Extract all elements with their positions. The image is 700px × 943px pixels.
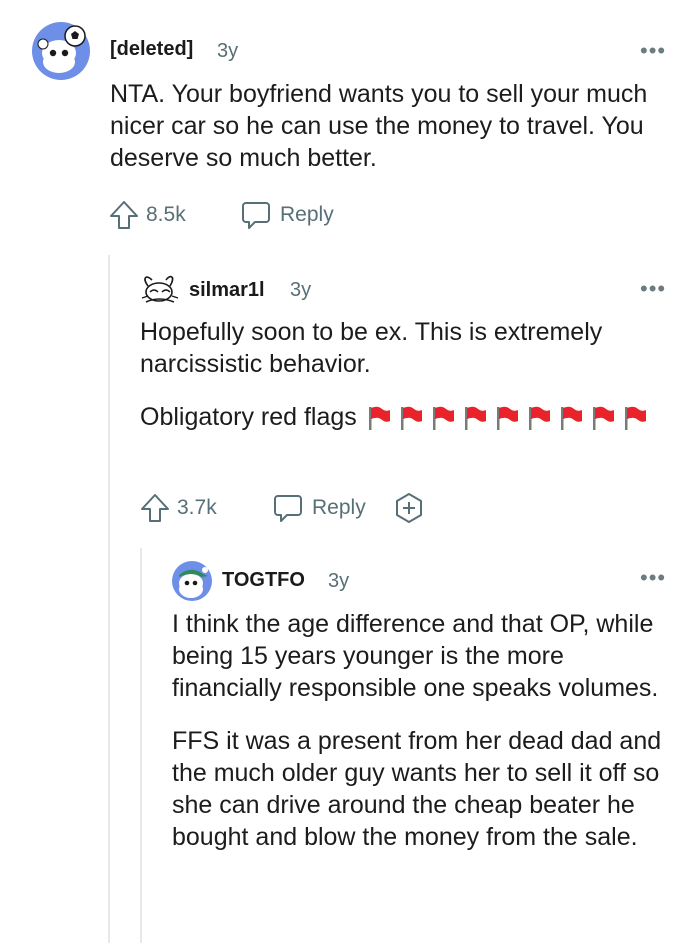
comment-1-body: NTA. Your boyfriend wants you to sell yo… xyxy=(110,78,650,174)
avatar[interactable] xyxy=(172,561,212,601)
avatar[interactable] xyxy=(32,22,90,80)
comment-2-age: 3y xyxy=(290,279,312,301)
comment-2-paragraph: Hopefully soon to be ex. This is extreme… xyxy=(140,318,603,378)
red-flag-icon xyxy=(528,407,550,431)
speech-bubble-icon xyxy=(274,495,302,522)
comment-3-paragraph: I think the age difference and that OP, … xyxy=(172,610,659,702)
snoo-soccer-avatar-icon xyxy=(32,22,90,80)
comment-3-body: I think the age difference and that OP, … xyxy=(172,608,672,853)
reply-button[interactable]: Reply xyxy=(272,492,366,524)
comment-1-username[interactable]: [deleted] xyxy=(110,38,193,61)
red-flag-icon xyxy=(496,407,518,431)
red-flag-icon xyxy=(464,407,486,431)
red-flag-icon xyxy=(400,407,422,431)
comment-2-username[interactable]: silmar1l xyxy=(189,279,265,302)
sketch-bunny-avatar-icon xyxy=(141,275,179,303)
speech-bubble-icon xyxy=(242,202,270,229)
comment-3-paragraph: FFS it was a present from her dead dad a… xyxy=(172,727,662,851)
red-flag-icon xyxy=(560,407,582,431)
reply-label: Reply xyxy=(312,496,366,519)
comment-2-body: Hopefully soon to be ex. This is extreme… xyxy=(140,316,660,433)
award-button[interactable] xyxy=(393,492,425,529)
red-flag-icon xyxy=(368,407,390,431)
comment-3-age: 3y xyxy=(328,570,350,592)
reply-label: Reply xyxy=(280,203,334,226)
red-flag-icon xyxy=(432,407,454,431)
comment-2-paragraph: Obligatory red flags xyxy=(140,403,357,431)
more-options-icon[interactable]: ••• xyxy=(640,565,666,591)
vote-count: 8.5k xyxy=(146,203,186,226)
red-flags xyxy=(364,403,652,431)
comment-1-paragraph: NTA. Your boyfriend wants you to sell yo… xyxy=(110,80,648,172)
reply-button[interactable]: Reply xyxy=(240,199,334,231)
thread-line[interactable] xyxy=(108,255,110,943)
snoo-cap-avatar-icon xyxy=(172,561,212,601)
vote-count: 3.7k xyxy=(177,496,217,519)
upvote-button[interactable]: 3.7k xyxy=(139,492,217,524)
comment-1-age: 3y xyxy=(217,40,239,62)
red-flags-line: Obligatory red flags xyxy=(140,401,660,433)
comment-3-username[interactable]: TOGTFO xyxy=(222,569,305,592)
upvote-arrow-icon xyxy=(110,201,138,229)
avatar[interactable] xyxy=(140,272,180,306)
upvote-arrow-icon xyxy=(141,494,169,522)
red-flag-icon xyxy=(624,407,646,431)
upvote-button[interactable]: 8.5k xyxy=(108,199,186,231)
add-award-icon xyxy=(396,493,422,523)
more-options-icon[interactable]: ••• xyxy=(640,38,666,64)
red-flag-icon xyxy=(592,407,614,431)
more-options-icon[interactable]: ••• xyxy=(640,276,666,302)
thread-line[interactable] xyxy=(140,548,142,943)
